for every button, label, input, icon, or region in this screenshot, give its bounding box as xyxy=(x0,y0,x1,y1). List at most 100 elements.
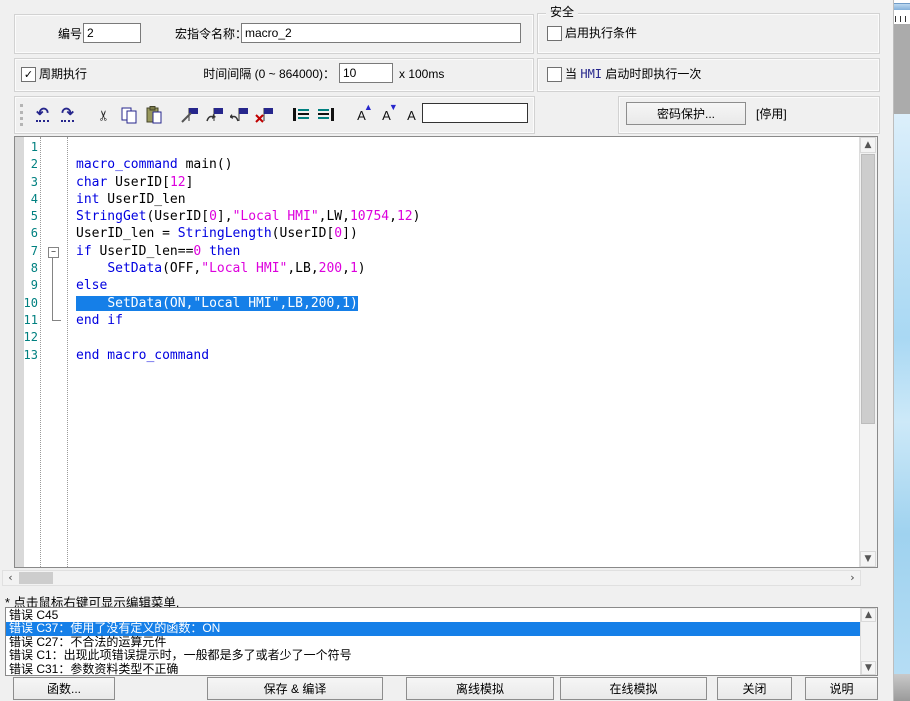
run-on-startup-checkbox[interactable] xyxy=(547,67,562,82)
code-text[interactable]: SetData(ON,"Local HMI",LB,200,1) xyxy=(76,295,358,312)
fold-marker-mid xyxy=(41,277,67,294)
editor-hscroll-thumb[interactable] xyxy=(19,572,53,584)
macro-name-label: 宏指令名称： xyxy=(163,26,247,42)
editor-vscroll-thumb[interactable] xyxy=(861,154,875,424)
scroll-up-arrow-icon[interactable]: ▲ xyxy=(860,137,876,153)
error-scroll-down-icon[interactable]: ▼ xyxy=(861,661,876,675)
code-line-12[interactable]: 12 xyxy=(15,329,860,346)
macro-name-input[interactable] xyxy=(241,23,521,43)
line-number: 1 xyxy=(15,139,38,156)
fold-margin xyxy=(41,208,67,225)
code-line-8[interactable]: 8 SetData(OFF,"Local HMI",LB,200,1) xyxy=(15,260,860,277)
error-row-selected[interactable]: 错误 C37：使用了没有定义的函数：ON xyxy=(6,622,861,635)
interval-label: 时间间隔 (0 ~ 864000)： xyxy=(190,66,335,82)
error-row[interactable]: 错误 C1：出现此项错误提示时，一般都是多了或者少了一个符号 xyxy=(6,649,861,662)
indent-icon[interactable] xyxy=(290,103,311,127)
toolbar-grip[interactable] xyxy=(20,104,26,126)
code-line-1[interactable]: 1 xyxy=(15,139,860,156)
save-compile-button[interactable]: 保存 & 编译 xyxy=(207,677,383,700)
editor-vertical-scrollbar[interactable]: ▲ ▼ xyxy=(859,137,877,567)
background-screen-canvas xyxy=(894,114,910,674)
scroll-down-arrow-icon[interactable]: ▼ xyxy=(860,551,876,567)
code-line-10[interactable]: 10 SetData(ON,"Local HMI",LB,200,1) xyxy=(15,295,860,312)
code-text[interactable]: SetData(OFF,"Local HMI",LB,200,1) xyxy=(76,260,366,277)
font-decrease-icon[interactable]: A▼ xyxy=(376,103,397,127)
error-list-scrollbar[interactable]: ▲ ▼ xyxy=(860,608,877,675)
code-line-13[interactable]: 13end macro_command xyxy=(15,347,860,364)
macro-id-group: 编号： 宏指令名称： xyxy=(14,14,534,54)
fold-marker-mid xyxy=(41,260,67,277)
error-row[interactable]: 错误 C31：参数资料类型不正确 xyxy=(6,663,861,676)
code-text[interactable]: StringGet(UserID[0],"Local HMI",LW,10754… xyxy=(76,208,420,225)
password-group: 密码保护... [停用] xyxy=(618,96,880,134)
font-icon[interactable]: A xyxy=(401,103,422,127)
paste-icon[interactable] xyxy=(143,103,164,127)
code-text[interactable]: UserID_len = StringLength(UserID[0]) xyxy=(76,225,358,242)
password-protect-button[interactable]: 密码保护... xyxy=(626,102,746,125)
offline-sim-button[interactable]: 离线模拟 xyxy=(406,677,554,700)
fold-margin xyxy=(41,139,67,156)
background-statusbar xyxy=(894,674,910,701)
cut-icon[interactable]: ✂ xyxy=(93,103,114,127)
copy-icon[interactable] xyxy=(118,103,139,127)
periodic-group: ✓ 周期执行 时间间隔 (0 ~ 864000)： x 100ms xyxy=(14,58,534,92)
prev-bookmark-icon[interactable] xyxy=(229,103,250,127)
line-number: 6 xyxy=(15,225,38,242)
code-line-3[interactable]: 3 char UserID[12] xyxy=(15,174,860,191)
background-window-strip xyxy=(894,0,910,701)
background-ruler xyxy=(894,12,910,24)
interval-unit: x 100ms xyxy=(399,66,444,82)
code-text[interactable]: macro_command main() xyxy=(76,156,233,173)
clear-bookmarks-icon[interactable] xyxy=(254,103,275,127)
enable-condition-checkbox[interactable] xyxy=(547,26,562,41)
code-text[interactable]: end if xyxy=(76,312,123,329)
redo-icon[interactable]: ↷ xyxy=(57,103,78,127)
code-line-2[interactable]: 2macro_command main() xyxy=(15,156,860,173)
code-text[interactable]: if UserID_len==0 then xyxy=(76,243,240,260)
selected-code[interactable]: SetData(ON,"Local HMI",LB,200,1) xyxy=(76,296,358,311)
editor-horizontal-scrollbar[interactable]: ‹ › xyxy=(2,570,861,586)
security-group: 安全 启用执行条件 xyxy=(537,13,880,54)
line-number: 11 xyxy=(15,312,38,329)
collapse-box-icon[interactable]: − xyxy=(48,247,59,258)
code-line-4[interactable]: 4int UserID_len xyxy=(15,191,860,208)
periodic-checkbox[interactable]: ✓ xyxy=(21,67,36,82)
code-text[interactable]: end macro_command xyxy=(76,347,209,364)
font-increase-icon[interactable]: A▲ xyxy=(351,103,372,127)
scroll-right-arrow-icon[interactable]: › xyxy=(845,571,860,585)
scroll-left-arrow-icon[interactable]: ‹ xyxy=(3,571,18,585)
code-text[interactable]: int UserID_len xyxy=(76,191,186,208)
macro-id-input[interactable] xyxy=(83,23,141,43)
code-editor[interactable]: 12macro_command main()3char UserID[12]4i… xyxy=(14,136,878,568)
line-number: 8 xyxy=(15,260,38,277)
code-line-9[interactable]: 9else xyxy=(15,277,860,294)
periodic-label: 周期执行 xyxy=(39,66,87,82)
code-line-6[interactable]: 6 UserID_len = StringLength(UserID[0]) xyxy=(15,225,860,242)
undo-icon[interactable]: ↶ xyxy=(32,103,53,127)
close-button[interactable]: 关闭 xyxy=(717,677,792,700)
next-bookmark-icon[interactable] xyxy=(204,103,225,127)
outdent-icon[interactable] xyxy=(315,103,336,127)
interval-input[interactable] xyxy=(339,63,393,83)
code-text[interactable]: else xyxy=(76,277,107,294)
functions-button[interactable]: 函数... xyxy=(13,677,115,700)
search-input[interactable] xyxy=(422,103,528,123)
help-button[interactable]: 说明 xyxy=(805,677,878,700)
add-bookmark-icon[interactable] xyxy=(179,103,200,127)
fold-margin xyxy=(41,156,67,173)
error-scroll-up-icon[interactable]: ▲ xyxy=(861,608,876,622)
online-sim-button[interactable]: 在线模拟 xyxy=(560,677,707,700)
fold-margin xyxy=(41,174,67,191)
security-group-title: 安全 xyxy=(546,5,578,19)
code-line-5[interactable]: 5StringGet(UserID[0],"Local HMI",LW,1075… xyxy=(15,208,860,225)
compile-error-list[interactable]: 错误 C45错误 C37：使用了没有定义的函数：ON错误 C27：不合法的运算元… xyxy=(5,607,878,676)
editor-toolbar: ↶↷ ✂ A▲A▼A xyxy=(14,96,535,134)
fold-marker-start[interactable]: − xyxy=(41,243,67,260)
screen: 编号： 宏指令名称： 安全 启用执行条件 ✓ 周期执行 时间间隔 (0 ~ 86… xyxy=(0,0,910,701)
code-line-7[interactable]: 7−if UserID_len==0 then xyxy=(15,243,860,260)
code-line-11[interactable]: 11 end if xyxy=(15,312,860,329)
code-editor-content[interactable]: 12macro_command main()3char UserID[12]4i… xyxy=(15,137,860,567)
line-number: 3 xyxy=(15,174,38,191)
line-number: 12 xyxy=(15,329,38,346)
code-text[interactable]: char UserID[12] xyxy=(76,174,193,191)
